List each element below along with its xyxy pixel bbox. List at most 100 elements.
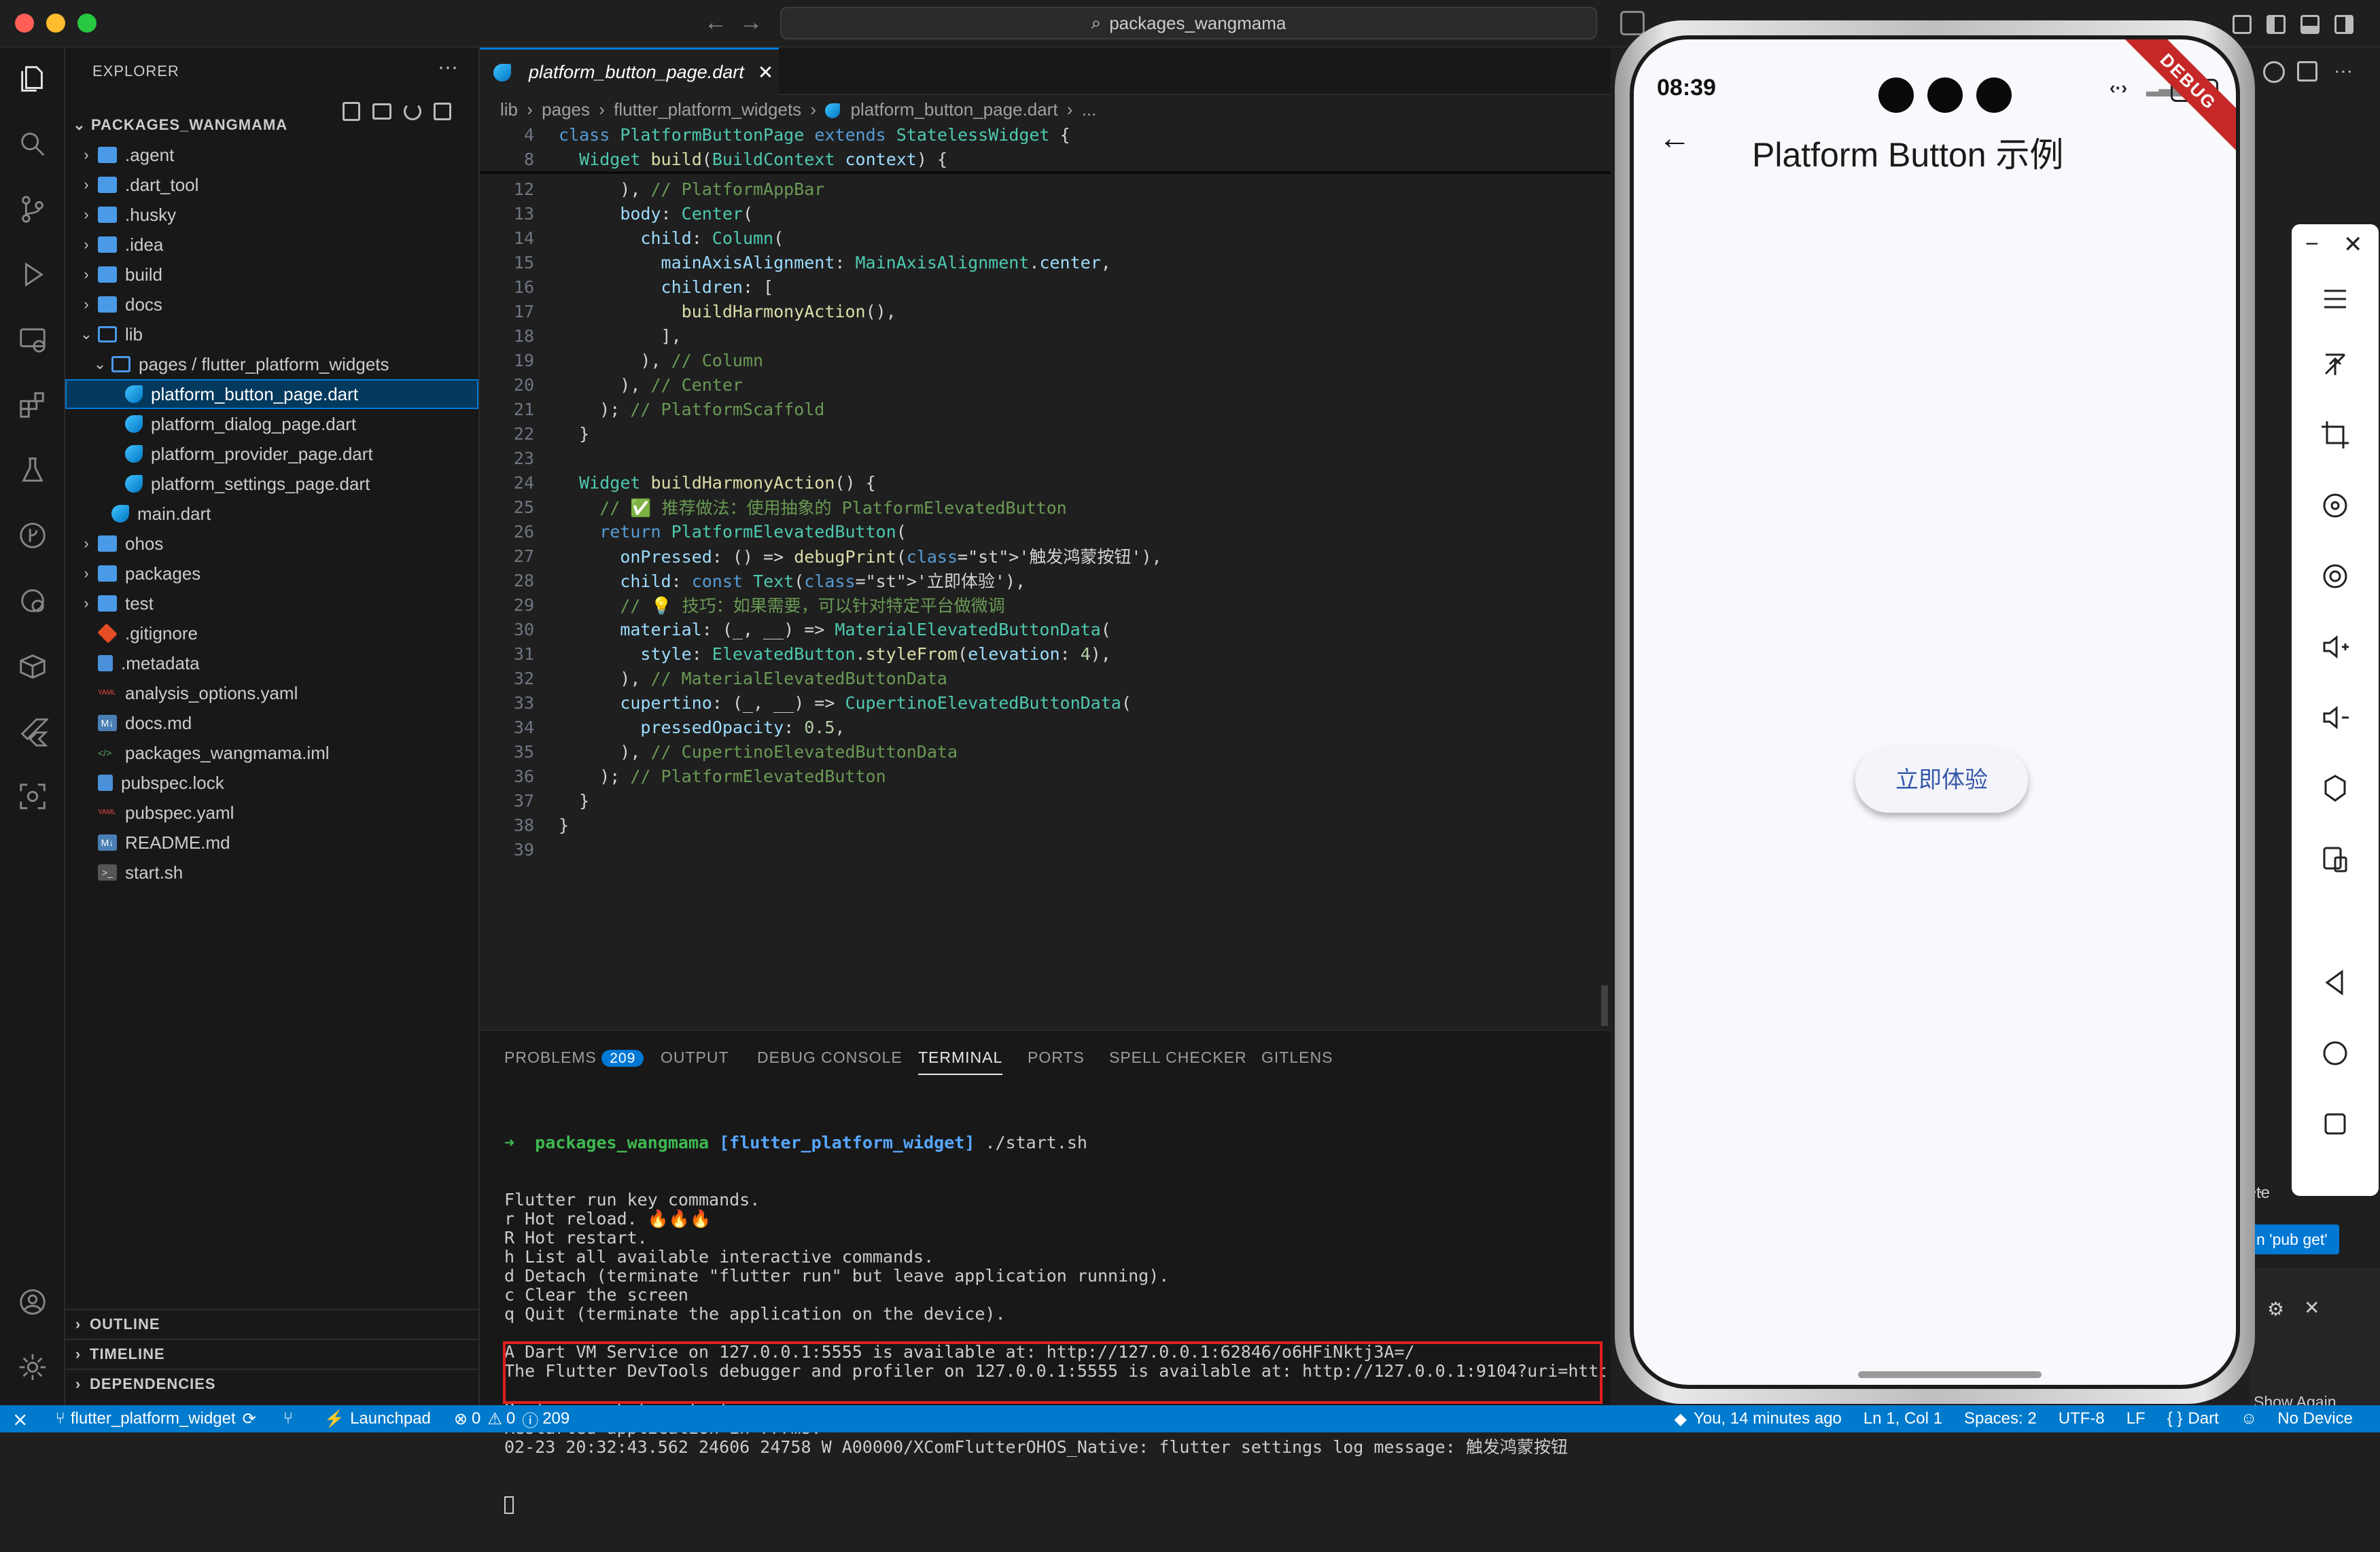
volume-up-icon[interactable]	[2315, 627, 2356, 667]
settings-gear-icon[interactable]	[16, 1351, 49, 1383]
indentation[interactable]: Spaces: 2	[1964, 1409, 2037, 1428]
notification-close-icon[interactable]: ✕	[2304, 1297, 2320, 1319]
toggle-secondary-sidebar-icon[interactable]	[2334, 15, 2353, 34]
dependencies-section[interactable]: › DEPENDENCIES	[65, 1369, 478, 1398]
breadcrumb-symbol[interactable]: ...	[1082, 99, 1097, 120]
editor-tab-active[interactable]: platform_button_page.dart ✕	[480, 48, 779, 95]
menu-icon[interactable]	[2315, 279, 2356, 319]
back-arrow-icon[interactable]: ←	[704, 10, 727, 36]
breadcrumb-pages[interactable]: pages	[542, 99, 590, 120]
sync-icon[interactable]: ⟳	[243, 1409, 256, 1429]
sticky-scroll-line[interactable]: 8 Widget build(BuildContext context) {	[480, 147, 1611, 171]
tree-item[interactable]: platform_provider_page.dart	[65, 439, 478, 469]
tree-item[interactable]: >_ start.sh	[65, 858, 478, 887]
language-mode[interactable]: Dart	[2188, 1409, 2218, 1428]
new-file-icon[interactable]	[343, 102, 360, 121]
warning-count[interactable]: 0	[506, 1409, 515, 1428]
tree-item[interactable]: M↓ README.md	[65, 828, 478, 858]
timeline-section[interactable]: › TIMELINE	[65, 1339, 478, 1369]
tab-spell-checker[interactable]: SPELL CHECKER	[1109, 1048, 1247, 1067]
command-center-search[interactable]: ⌕ packages_wangmama	[780, 7, 1597, 39]
explorer-icon[interactable]	[16, 63, 49, 95]
refresh-icon[interactable]	[404, 103, 421, 120]
tree-item[interactable]: platform_button_page.dart	[65, 379, 478, 409]
testing-icon[interactable]	[16, 454, 49, 487]
tab-debug-console[interactable]: DEBUG CONSOLE	[757, 1048, 903, 1067]
rotate-icon[interactable]	[2315, 485, 2356, 526]
pin-off-icon[interactable]	[2315, 344, 2356, 385]
code-line[interactable]: 29 // 💡 技巧：如果需要，可以针对特定平台做微调	[480, 593, 1611, 617]
tree-item[interactable]: main.dart	[65, 499, 478, 529]
flutter-icon[interactable]	[16, 715, 49, 747]
nav-home-icon[interactable]	[2315, 1033, 2356, 1074]
copilot-icon[interactable]: ☺	[2241, 1409, 2258, 1428]
tree-item[interactable]: › ohos	[65, 529, 478, 559]
code-line[interactable]: 38}	[480, 813, 1611, 837]
account-icon[interactable]	[16, 1286, 49, 1318]
minimize-emulator-icon[interactable]: −	[2305, 231, 2319, 258]
close-window-button[interactable]	[15, 14, 34, 33]
extensions-icon[interactable]	[16, 389, 49, 421]
tree-item[interactable]: ⌄ pages / flutter_platform_widgets	[65, 349, 478, 379]
tree-item[interactable]: pubspec.lock	[65, 768, 478, 798]
encoding[interactable]: UTF-8	[2059, 1409, 2105, 1428]
tree-item[interactable]: › .agent	[65, 140, 478, 170]
code-line[interactable]: 28 child: const Text(class="st">'立即体验'),	[480, 568, 1611, 593]
layout-icon[interactable]	[2233, 15, 2252, 34]
tree-item[interactable]: platform_dialog_page.dart	[65, 409, 478, 439]
code-line[interactable]: 31 style: ElevatedButton.styleFrom(eleva…	[480, 641, 1611, 666]
search-icon[interactable]	[16, 128, 49, 160]
run-icon[interactable]	[2263, 61, 2285, 83]
more-actions-icon[interactable]: ···	[438, 56, 458, 79]
end-of-line[interactable]: LF	[2127, 1409, 2146, 1428]
code-line[interactable]: 19 ), // Column	[480, 348, 1611, 372]
code-line[interactable]: 34 pressedOpacity: 0.5,	[480, 715, 1611, 739]
toggle-panel-icon[interactable]	[2300, 15, 2320, 34]
tree-item[interactable]: ⌄ lib	[65, 319, 478, 349]
gitlens-icon[interactable]	[16, 519, 49, 552]
tab-gitlens[interactable]: GITLENS	[1261, 1048, 1333, 1067]
gitlens-inspect-icon[interactable]	[16, 584, 49, 617]
tree-item[interactable]: › .dart_tool	[65, 170, 478, 200]
device-selector[interactable]: No Device	[2277, 1409, 2353, 1428]
code-line[interactable]: 26 return PlatformElevatedButton(	[480, 519, 1611, 544]
code-line[interactable]: 33 cupertino: (_, __) => CupertinoElevat…	[480, 690, 1611, 715]
code-line[interactable]: 35 ), // CupertinoElevatedButtonData	[480, 739, 1611, 764]
code-line[interactable]: 36 ); // PlatformElevatedButton	[480, 764, 1611, 788]
collapse-all-icon[interactable]	[434, 103, 451, 120]
back-arrow-icon[interactable]: ←	[1658, 120, 1691, 157]
info-count[interactable]: 209	[542, 1409, 570, 1428]
terminal-output[interactable]: ➜ packages_wangmama [flutter_platform_wi…	[504, 1095, 1605, 1552]
code-line[interactable]: 32 ), // MaterialElevatedButtonData	[480, 666, 1611, 690]
split-editor-icon[interactable]	[2297, 61, 2317, 82]
tree-item[interactable]: .gitignore	[65, 618, 478, 648]
code-line[interactable]: 22 }	[480, 421, 1611, 446]
chat-icon[interactable]	[1620, 11, 1645, 35]
scan-icon[interactable]	[16, 780, 49, 813]
home-indicator[interactable]	[1858, 1371, 2042, 1378]
code-line[interactable]: 14 child: Column(	[480, 226, 1611, 250]
code-line[interactable]: 21 ); // PlatformScaffold	[480, 397, 1611, 421]
tree-item[interactable]: .metadata	[65, 648, 478, 678]
cursor-position[interactable]: Ln 1, Col 1	[1863, 1409, 1942, 1428]
code-line[interactable]: 25 // ✅ 推荐做法：使用抽象的 PlatformElevatedButto…	[480, 495, 1611, 519]
toggle-sidebar-icon[interactable]	[2267, 15, 2286, 34]
crop-screenshot-icon[interactable]	[2315, 415, 2356, 455]
remote-explorer-icon[interactable]	[16, 323, 49, 356]
tree-item[interactable]: YAML analysis_options.yaml	[65, 678, 478, 708]
breadcrumb-lib[interactable]: lib	[500, 99, 518, 120]
tab-output[interactable]: OUTPUT	[661, 1048, 729, 1067]
volume-down-icon[interactable]	[2315, 697, 2356, 738]
code-line[interactable]: 13 body: Center(	[480, 201, 1611, 226]
git-blame[interactable]: You, 14 minutes ago	[1694, 1409, 1842, 1428]
new-folder-icon[interactable]	[372, 103, 391, 120]
forward-arrow-icon[interactable]: →	[739, 10, 763, 36]
remote-icon[interactable]: ⨯	[12, 1408, 28, 1430]
tree-item[interactable]: › .idea	[65, 230, 478, 260]
editor-more-icon[interactable]: ···	[2334, 60, 2353, 82]
tab-ports[interactable]: PORTS	[1028, 1048, 1085, 1067]
tree-item[interactable]: M↓ docs.md	[65, 708, 478, 738]
run-pub-get-button[interactable]: n 'pub get'	[2250, 1224, 2339, 1254]
run-debug-icon[interactable]	[16, 258, 49, 291]
code-line[interactable]: 18 ],	[480, 323, 1611, 348]
